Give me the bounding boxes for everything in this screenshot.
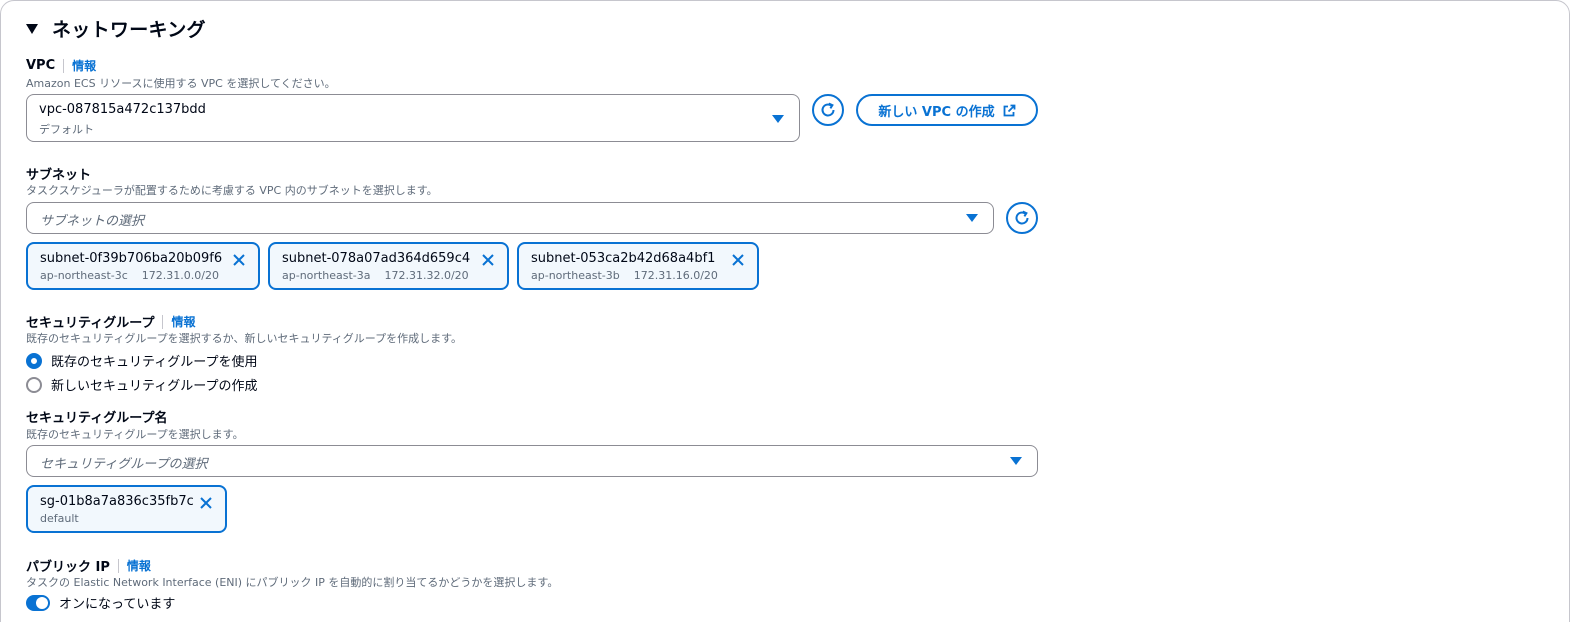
networking-panel: ネットワーキング VPC 情報 Amazon ECS リソースに使用する VPC… bbox=[0, 0, 1570, 622]
security-group-label-row: セキュリティグループ 情報 bbox=[26, 312, 195, 331]
subnet-token-id: subnet-0f39b706ba20b09f6 bbox=[40, 251, 223, 266]
remove-token-icon[interactable] bbox=[730, 252, 746, 268]
security-group-info-link[interactable]: 情報 bbox=[171, 313, 195, 330]
caret-down-icon bbox=[772, 115, 784, 123]
subnet-token-cidr: 172.31.0.0/20 bbox=[141, 269, 219, 282]
section-header[interactable]: ネットワーキング bbox=[26, 15, 206, 42]
vpc-label-row: VPC 情報 bbox=[26, 57, 96, 74]
vpc-label: VPC bbox=[26, 58, 56, 73]
vpc-description: Amazon ECS リソースに使用する VPC を選択してください。 bbox=[26, 77, 336, 90]
vpc-info-link[interactable]: 情報 bbox=[72, 57, 96, 74]
radio-create-new-label: 新しいセキュリティグループの作成 bbox=[51, 379, 258, 394]
radio-unchecked-icon[interactable] bbox=[26, 376, 42, 393]
caret-down-icon bbox=[966, 214, 978, 222]
external-link-icon bbox=[1003, 104, 1016, 117]
divider bbox=[117, 558, 119, 573]
vpc-refresh-button[interactable] bbox=[812, 94, 844, 126]
security-group-token: sg-01b8a7a836c35fb7c default bbox=[26, 485, 227, 533]
subnet-token-cidr: 172.31.32.0/20 bbox=[384, 269, 469, 282]
create-vpc-label: 新しい VPC の作成 bbox=[878, 104, 995, 120]
public-ip-info-link[interactable]: 情報 bbox=[127, 557, 151, 574]
remove-token-icon[interactable] bbox=[198, 495, 214, 511]
subnet-token: subnet-053ca2b42d68a4bf1 ap-northeast-3b… bbox=[517, 242, 759, 290]
security-group-description: 既存のセキュリティグループを選択するか、新しいセキュリティグループを作成します。 bbox=[26, 332, 463, 345]
radio-create-new[interactable]: 新しいセキュリティグループの作成 bbox=[26, 375, 257, 394]
security-group-name-label: セキュリティグループ名 bbox=[26, 411, 168, 426]
subnet-token: subnet-0f39b706ba20b09f6 ap-northeast-3c… bbox=[26, 242, 260, 290]
subnet-select[interactable]: サブネットの選択 bbox=[26, 202, 994, 234]
subnet-label: サブネット bbox=[26, 168, 92, 183]
security-group-select-placeholder: セキュリティグループの選択 bbox=[40, 457, 208, 472]
divider bbox=[63, 58, 65, 73]
subnet-token: subnet-078a07ad364d659c4 ap-northeast-3a… bbox=[268, 242, 509, 290]
remove-token-icon[interactable] bbox=[480, 252, 496, 268]
create-vpc-button[interactable]: 新しい VPC の作成 bbox=[856, 94, 1038, 126]
security-group-select[interactable]: セキュリティグループの選択 bbox=[26, 445, 1038, 477]
subnet-token-cidr: 172.31.16.0/20 bbox=[633, 269, 718, 282]
subnet-label-row: サブネット bbox=[26, 164, 91, 183]
subnet-token-details: ap-northeast-3b 172.31.16.0/20 bbox=[531, 269, 718, 282]
security-group-name-label-row: セキュリティグループ名 bbox=[26, 407, 167, 426]
subnet-token-details: ap-northeast-3c 172.31.0.0/20 bbox=[40, 269, 219, 282]
divider bbox=[162, 314, 164, 329]
public-ip-label-row: パブリック IP 情報 bbox=[26, 556, 151, 575]
public-ip-description: タスクの Elastic Network Interface (ENI) にパブ… bbox=[26, 576, 559, 589]
public-ip-label: パブリック IP bbox=[26, 560, 110, 575]
subnet-select-placeholder: サブネットの選択 bbox=[40, 214, 145, 229]
toggle-knob bbox=[36, 596, 48, 609]
subnet-token-az: ap-northeast-3a bbox=[282, 269, 371, 282]
refresh-icon bbox=[821, 102, 835, 117]
radio-use-existing-label: 既存のセキュリティグループを使用 bbox=[51, 355, 258, 370]
subnet-token-id: subnet-053ca2b42d68a4bf1 bbox=[531, 251, 716, 266]
radio-checked-icon[interactable] bbox=[26, 352, 42, 369]
subnet-token-az: ap-northeast-3c bbox=[40, 269, 128, 282]
radio-use-existing[interactable]: 既存のセキュリティグループを使用 bbox=[26, 351, 257, 370]
vpc-select[interactable]: vpc-087815a472c137bdd デフォルト bbox=[26, 94, 800, 142]
subnet-token-details: ap-northeast-3a 172.31.32.0/20 bbox=[282, 269, 469, 282]
remove-token-icon[interactable] bbox=[231, 252, 247, 268]
caret-down-icon bbox=[1010, 457, 1022, 465]
public-ip-toggle-row[interactable]: オンになっています bbox=[26, 593, 175, 612]
subnet-description: タスクスケジューラが配置するために考慮する VPC 内のサブネットを選択します。 bbox=[26, 184, 438, 197]
subnet-refresh-button[interactable] bbox=[1006, 202, 1038, 234]
public-ip-toggle[interactable] bbox=[26, 594, 50, 611]
security-group-label: セキュリティグループ bbox=[26, 316, 155, 331]
public-ip-toggle-label: オンになっています bbox=[59, 597, 176, 612]
refresh-icon bbox=[1015, 210, 1029, 225]
vpc-selected-value: vpc-087815a472c137bdd bbox=[39, 102, 206, 117]
vpc-selected-sub: デフォルト bbox=[39, 123, 94, 136]
subnet-token-az: ap-northeast-3b bbox=[531, 269, 620, 282]
security-group-token-sub: default bbox=[40, 512, 79, 525]
section-title: ネットワーキング bbox=[52, 19, 206, 41]
subnet-token-id: subnet-078a07ad364d659c4 bbox=[282, 251, 471, 266]
caret-down-icon[interactable] bbox=[26, 23, 38, 34]
security-group-name-description: 既存のセキュリティグループを選択します。 bbox=[26, 428, 244, 441]
security-group-token-id: sg-01b8a7a836c35fb7c bbox=[40, 494, 194, 509]
